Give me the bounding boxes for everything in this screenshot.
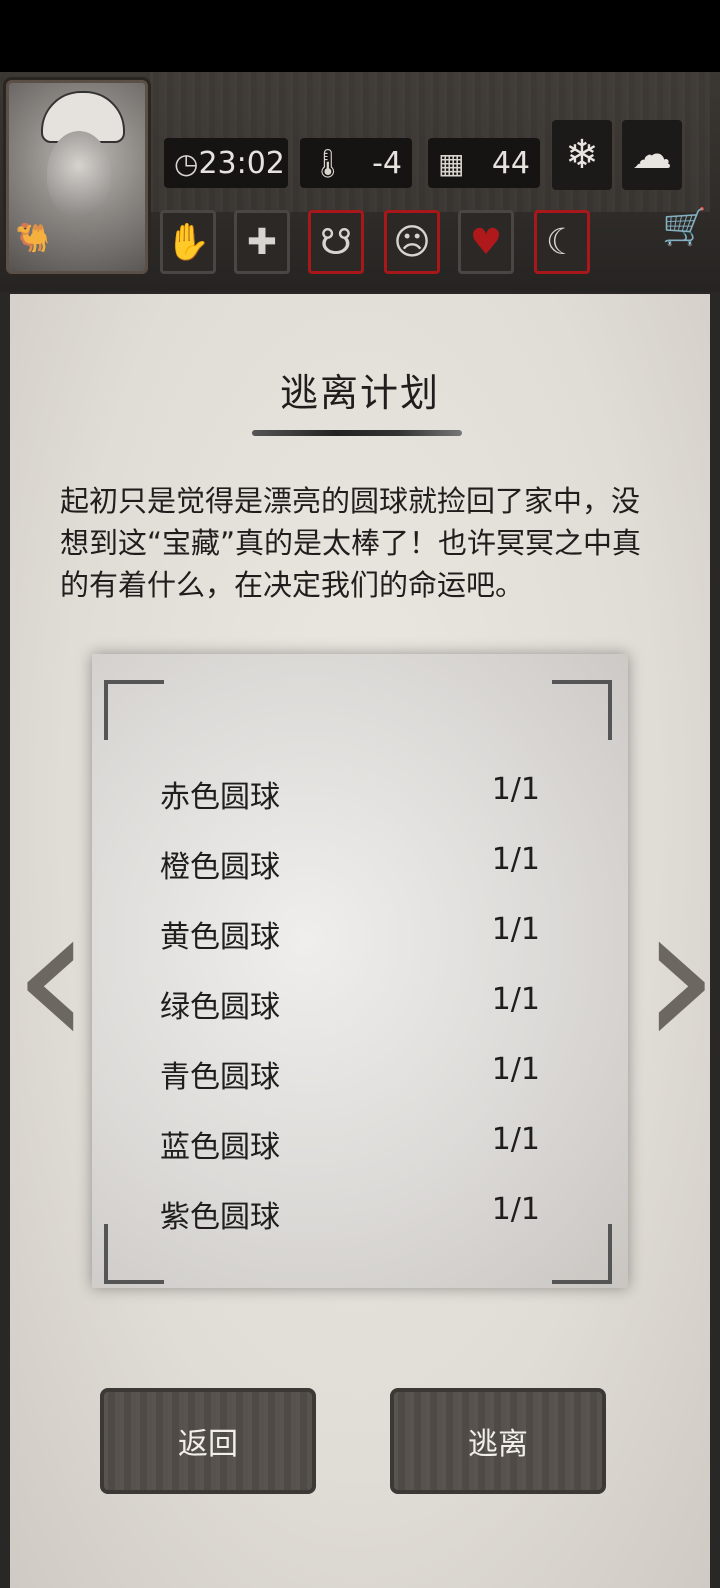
- item-name: 黄色圆球: [160, 920, 280, 955]
- temperature-value: -4: [372, 145, 402, 181]
- cart-icon[interactable]: 🛒: [662, 206, 707, 248]
- back-button[interactable]: 返回: [100, 1388, 316, 1494]
- camel-icon: 🐫: [15, 221, 50, 254]
- page-title: 逃离计划: [279, 371, 440, 415]
- list-item: 绿色圆球 1/1: [160, 982, 540, 1025]
- escape-button[interactable]: 逃离: [390, 1388, 606, 1494]
- item-count: 1/1: [491, 772, 540, 807]
- list-item: 黄色圆球 1/1: [160, 912, 540, 955]
- next-page-arrow-icon[interactable]: ›: [640, 870, 720, 1084]
- item-count: 1/1: [491, 912, 540, 947]
- heart-icon[interactable]: ♥: [458, 210, 514, 274]
- snowflake-icon[interactable]: ❄: [552, 120, 612, 190]
- item-name: 蓝色圆球: [160, 1130, 280, 1165]
- corner-ornament: [104, 1224, 164, 1284]
- stressed-head-icon[interactable]: ☹: [384, 210, 440, 274]
- item-count: 1/1: [491, 1122, 540, 1157]
- clock-icon: ◷: [174, 146, 199, 180]
- item-count: 1/1: [491, 1192, 540, 1227]
- snow-cloud-icon[interactable]: ☁: [622, 120, 682, 190]
- character-portrait[interactable]: 🐫: [6, 80, 148, 274]
- character-face: [47, 131, 111, 217]
- item-count: 1/1: [491, 982, 540, 1017]
- previous-page-arrow-icon[interactable]: ‹: [12, 870, 92, 1084]
- item-name: 橙色圆球: [160, 850, 280, 885]
- title-underline: [252, 430, 462, 436]
- list-item: 蓝色圆球 1/1: [160, 1122, 540, 1165]
- item-name: 赤色圆球: [160, 780, 280, 815]
- item-count: 1/1: [491, 1052, 540, 1087]
- list-item: 青色圆球 1/1: [160, 1052, 540, 1095]
- item-name: 绿色圆球: [160, 990, 280, 1025]
- stomach-icon[interactable]: ☋: [308, 210, 364, 274]
- day-value: 44: [491, 145, 530, 181]
- moon-star-icon[interactable]: ☾: [534, 210, 590, 274]
- item-name: 紫色圆球: [160, 1200, 280, 1235]
- corner-ornament: [552, 1224, 612, 1284]
- item-count: 1/1: [491, 842, 540, 877]
- temperature-display: 🌡 -4: [300, 138, 412, 188]
- day-counter: ▦ 44: [428, 138, 540, 188]
- list-item: 赤色圆球 1/1: [160, 772, 540, 815]
- corner-ornament: [104, 680, 164, 740]
- plan-intro-text: 起初只是觉得是漂亮的圆球就捡回了家中，没想到这“宝藏”真的是太棒了！也许冥冥之中…: [60, 484, 642, 602]
- corner-ornament: [552, 680, 612, 740]
- list-item: 橙色圆球 1/1: [160, 842, 540, 885]
- system-status-bar: [0, 0, 720, 72]
- list-item: 紫色圆球 1/1: [160, 1192, 540, 1235]
- thermometer-icon: 🌡: [310, 146, 346, 180]
- bandaged-hand-icon[interactable]: ✋: [160, 210, 216, 274]
- time-value: 23:02: [198, 145, 285, 181]
- medical-cross-icon[interactable]: ✚: [234, 210, 290, 274]
- item-name: 青色圆球: [160, 1060, 280, 1095]
- time-display: ◷ 23:02: [164, 138, 288, 188]
- calendar-icon: ▦: [438, 146, 465, 180]
